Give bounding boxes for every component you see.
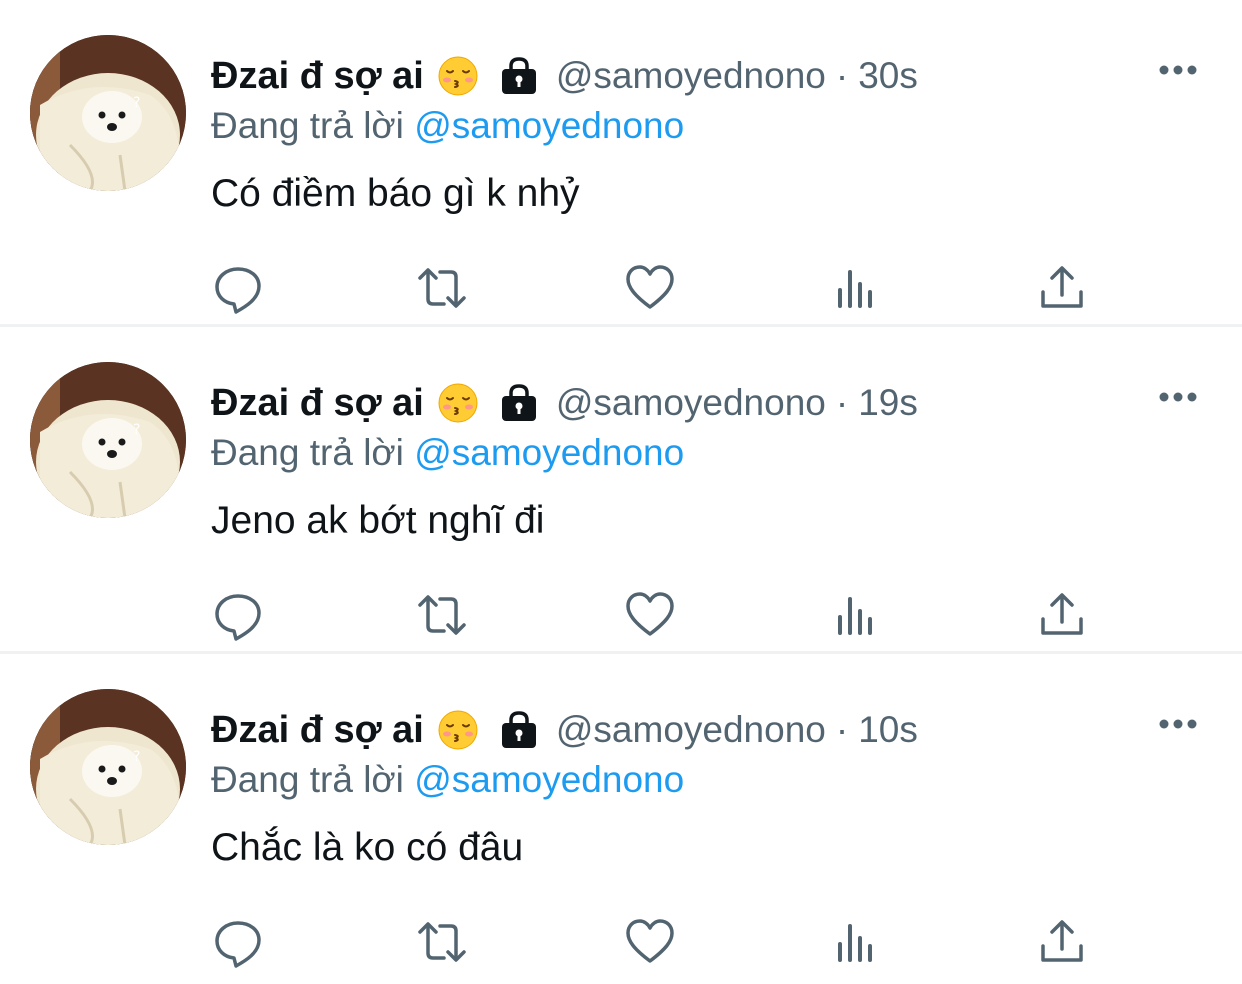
retweet-icon[interactable] — [416, 589, 468, 641]
replying-mention-link[interactable]: @samoyednono — [414, 432, 684, 473]
tweet-actions — [0, 916, 1242, 972]
tweet-header: Đzai đ sợ ai @samoye — [211, 704, 918, 756]
tweet-text: Có điềm báo gì k nhỷ — [211, 172, 580, 215]
share-icon[interactable] — [1036, 262, 1088, 314]
views-icon[interactable] — [830, 589, 882, 641]
replying-prefix: Đang trả lời — [211, 105, 404, 146]
handle[interactable]: @samoyednono — [556, 709, 826, 751]
tweet-feed: ? Đzai đ sợ ai @samoyednono · 30s Đang t… — [0, 0, 1242, 984]
separator-dot: · — [835, 55, 849, 96]
like-icon[interactable] — [624, 262, 676, 314]
tweet-actions — [0, 262, 1242, 318]
timestamp[interactable]: 10s — [858, 709, 918, 751]
views-icon[interactable] — [830, 916, 882, 968]
avatar[interactable]: ? — [30, 689, 186, 845]
share-icon[interactable] — [1036, 916, 1088, 968]
tweet-header: Đzai đ sợ ai @samoye — [211, 377, 918, 429]
retweet-icon[interactable] — [416, 916, 468, 968]
display-name[interactable]: Đzai đ sợ ai — [211, 55, 424, 98]
timestamp[interactable]: 19s — [858, 382, 918, 424]
replying-mention-link[interactable]: @samoyednono — [414, 105, 684, 146]
kissing-face-emoji-icon — [438, 383, 478, 423]
reply-icon[interactable] — [212, 262, 264, 314]
tweet[interactable]: ? Đzai đ sợ ai — [0, 327, 1242, 654]
like-icon[interactable] — [624, 916, 676, 968]
handle[interactable]: @samoyednono — [556, 55, 826, 97]
kissing-face-emoji-icon — [438, 710, 478, 750]
replying-to-line: Đang trả lời @samoyednono — [211, 759, 684, 801]
timestamp[interactable]: 30s — [858, 55, 918, 97]
svg-text:?: ? — [133, 422, 140, 438]
replying-prefix: Đang trả lời — [211, 759, 404, 800]
more-icon[interactable] — [1158, 387, 1198, 407]
retweet-icon[interactable] — [416, 262, 468, 314]
reply-icon[interactable] — [212, 589, 264, 641]
avatar[interactable]: ? — [30, 35, 186, 191]
lock-icon — [498, 382, 540, 424]
replying-prefix: Đang trả lời — [211, 432, 404, 473]
kissing-face-emoji-icon — [438, 56, 478, 96]
handle[interactable]: @samoyednono — [556, 382, 826, 424]
replying-to-line: Đang trả lời @samoyednono — [211, 105, 684, 147]
tweet[interactable]: ? Đzai đ sợ ai — [0, 0, 1242, 327]
reply-icon[interactable] — [212, 916, 264, 968]
share-icon[interactable] — [1036, 589, 1088, 641]
views-icon[interactable] — [830, 262, 882, 314]
lock-icon — [498, 709, 540, 751]
more-icon[interactable] — [1158, 714, 1198, 734]
replying-to-line: Đang trả lời @samoyednono — [211, 432, 684, 474]
display-name[interactable]: Đzai đ sợ ai — [211, 709, 424, 752]
tweet-text: Jeno ak bớt nghĩ đi — [211, 499, 545, 542]
like-icon[interactable] — [624, 589, 676, 641]
tweet-header: Đzai đ sợ ai @samoye — [211, 50, 918, 102]
tweet[interactable]: ? Đzai đ sợ ai — [0, 654, 1242, 981]
tweet-actions — [0, 589, 1242, 645]
display-name[interactable]: Đzai đ sợ ai — [211, 382, 424, 425]
separator-dot: · — [835, 382, 849, 423]
svg-text:?: ? — [133, 95, 140, 111]
avatar[interactable]: ? — [30, 362, 186, 518]
replying-mention-link[interactable]: @samoyednono — [414, 759, 684, 800]
more-icon[interactable] — [1158, 60, 1198, 80]
lock-icon — [498, 55, 540, 97]
svg-text:?: ? — [133, 749, 140, 765]
tweet-text: Chắc là ko có đâu — [211, 826, 524, 869]
separator-dot: · — [835, 709, 849, 750]
